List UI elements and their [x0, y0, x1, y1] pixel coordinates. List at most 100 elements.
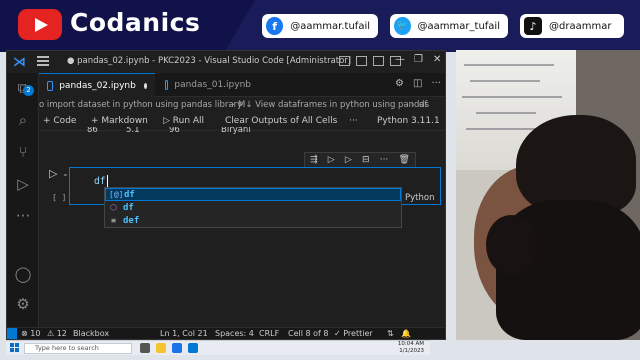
add-markdown-button[interactable]: + Markdown	[91, 116, 148, 126]
keyword-icon: ≡	[111, 215, 116, 225]
notebook-icon	[47, 80, 54, 91]
tab-pandas-02[interactable]: pandas_02.ipynb	[39, 73, 155, 97]
taskbar-clock[interactable]: 10:04 AM 1/1/2023	[398, 341, 424, 355]
prettier-status[interactable]: ✓ Prettier	[334, 329, 373, 338]
toggle-panel-icon[interactable]	[356, 56, 367, 66]
clock-time: 10:04 AM	[397, 341, 424, 347]
breadcrumb-item[interactable]: M↓ View dataframes in python using panda…	[238, 100, 429, 110]
indentation[interactable]: Spaces: 4	[215, 329, 254, 338]
source-control-icon[interactable]: ⑂	[14, 143, 32, 161]
toolbar-more-button[interactable]: ···	[349, 116, 358, 126]
windows-taskbar: Type here to search 10:04 AM 1/1/2023	[6, 340, 430, 355]
layout-controls	[339, 56, 401, 66]
split-cell-icon[interactable]: ⊟	[362, 155, 370, 165]
tab-pandas-01[interactable]: pandas_01.ipynb	[157, 73, 259, 97]
windows-start-icon[interactable]	[10, 343, 20, 353]
twitter-icon: 🐦	[394, 17, 411, 35]
errors-count[interactable]: ⊗ 10	[21, 329, 40, 338]
notebook-icon	[165, 80, 169, 90]
notifications-icon[interactable]: 🔔	[401, 329, 411, 338]
output-cell: 5.1	[126, 127, 140, 135]
output-cell: 86	[87, 127, 98, 135]
cell-code[interactable]: df	[94, 176, 105, 187]
breadcrumb-separator: ›	[231, 100, 235, 110]
breadcrumb-item[interactable]: df	[419, 100, 427, 110]
file-explorer-icon[interactable]	[156, 343, 166, 353]
tiktok-handle: ♪ @draammar	[520, 14, 624, 38]
split-editor-icon[interactable]: ◫	[413, 78, 422, 89]
editor-tabs: pandas_02.ipynb pandas_01.ipynb ⚙ ◫ ···	[39, 73, 445, 97]
vscode-taskbar-icon[interactable]	[188, 343, 198, 353]
close-icon[interactable]: ✕	[433, 54, 441, 65]
text-cursor	[107, 175, 108, 187]
toggle-sidebar-icon[interactable]	[339, 56, 350, 66]
warnings-count[interactable]: ⚠ 12	[47, 329, 67, 338]
manage-gear-icon[interactable]: ⚙	[14, 295, 32, 313]
suggestion-label: def	[123, 215, 140, 226]
webcam-feed	[456, 50, 640, 340]
vscode-logo-icon: ⋊	[13, 55, 26, 70]
search-icon[interactable]: ⌕	[14, 111, 32, 129]
cell-more-icon[interactable]: ···	[380, 155, 389, 165]
cell-position[interactable]: Cell 8 of 8	[288, 329, 328, 338]
unsaved-dot-icon[interactable]	[143, 82, 147, 89]
tiktok-icon: ♪	[524, 17, 542, 35]
tab-label: pandas_01.ipynb	[174, 80, 251, 90]
facebook-handle-text: @aammar.tufail	[290, 20, 370, 32]
suggestion-item[interactable]: ≡ def	[105, 214, 401, 227]
facebook-icon: f	[266, 17, 284, 35]
toggle-secondary-sidebar-icon[interactable]	[373, 56, 384, 66]
cell-collapse-icon[interactable]: ⌄	[62, 169, 69, 178]
status-bar: ⊗ 10 ⚠ 12 Blackbox Ln 1, Col 21 Spaces: …	[7, 327, 445, 339]
title-bar: ⋊ ● pandas_02.ipynb - PKC2023 - Visual S…	[7, 51, 445, 73]
suggestion-item[interactable]: ⬡ df	[105, 201, 401, 214]
breadcrumb: o import dataset in python using pandas …	[39, 98, 445, 114]
twitter-handle: 🐦 @aammar_tufail	[390, 14, 508, 38]
execution-count: [ ]	[52, 193, 67, 202]
clear-outputs-button[interactable]: Clear Outputs of All Cells	[225, 116, 337, 126]
remote-indicator-icon[interactable]	[7, 328, 17, 339]
twitter-handle-text: @aammar_tufail	[417, 20, 500, 32]
sync-icon[interactable]: ⇅	[387, 329, 394, 338]
channel-name: Codanics	[70, 8, 201, 37]
run-all-button[interactable]: ▷ Run All	[163, 116, 204, 126]
minimize-icon[interactable]: —	[395, 54, 405, 65]
cell-language[interactable]: Python	[405, 193, 434, 203]
more-actions-icon[interactable]: ···	[431, 78, 441, 89]
suggestion-item[interactable]: [@] df	[105, 188, 401, 201]
line-ending[interactable]: CRLF	[259, 329, 279, 338]
cursor-position[interactable]: Ln 1, Col 21	[160, 329, 208, 338]
task-view-icon[interactable]	[140, 343, 150, 353]
youtube-icon	[18, 9, 62, 40]
variable-icon: [@]	[109, 189, 124, 199]
browser-icon[interactable]	[172, 343, 182, 353]
blackbox-status[interactable]: Blackbox	[73, 329, 109, 338]
hamburger-menu-icon[interactable]	[37, 56, 49, 66]
tiktok-handle-text: @draammar	[549, 20, 612, 32]
run-by-line-icon[interactable]: ⇶	[310, 155, 318, 165]
breadcrumb-item[interactable]: o import dataset in python using pandas …	[39, 100, 242, 110]
breadcrumb-separator: ›	[411, 100, 415, 110]
run-cell-icon[interactable]: ▷	[49, 167, 57, 180]
board-writing	[464, 64, 554, 66]
settings-gear-icon[interactable]: ⚙	[395, 78, 404, 89]
maximize-icon[interactable]: ❐	[414, 54, 423, 65]
taskbar-search-input[interactable]: Type here to search	[24, 343, 132, 354]
screen: Codanics f @aammar.tufail 🐦 @aammar_tufa…	[0, 0, 640, 360]
kernel-picker[interactable]: Python 3.11.1	[377, 116, 440, 126]
board-writing	[462, 96, 562, 98]
window-title: ● pandas_02.ipynb - PKC2023 - Visual Stu…	[67, 56, 352, 66]
autocomplete-list: [@] df ⬡ df ≡ def	[104, 187, 402, 228]
more-views-icon[interactable]: ···	[14, 207, 32, 225]
module-icon: ⬡	[110, 202, 117, 212]
output-cell: 96	[169, 127, 180, 135]
cell-toolbar: ⇶ ▷ ▷ ⊟ ··· 🗑	[304, 152, 416, 168]
execute-above-icon[interactable]: ▷	[328, 155, 335, 165]
execute-below-icon[interactable]: ▷	[345, 155, 352, 165]
channel-banner: Codanics f @aammar.tufail 🐦 @aammar_tufa…	[0, 0, 640, 52]
account-icon[interactable]: ◯	[14, 265, 32, 283]
run-debug-icon[interactable]: ▷	[14, 175, 32, 193]
previous-output-row: 86 5.1 96 Biryani	[39, 127, 445, 137]
add-code-button[interactable]: + Code	[43, 116, 76, 126]
delete-cell-icon[interactable]: 🗑	[398, 155, 409, 165]
